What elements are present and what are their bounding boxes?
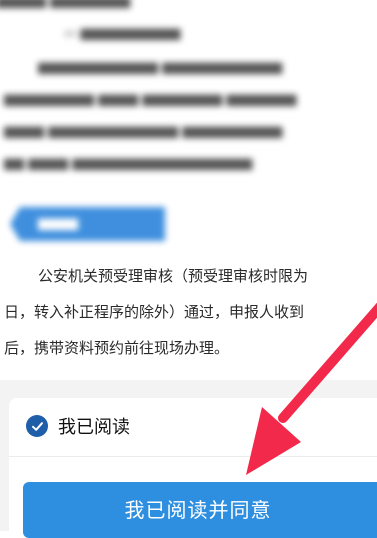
agree-button[interactable]: 我已阅读并同意 [23, 482, 377, 538]
document-content: ▆▆▆▆▆ ▆▆▆▆▆▆▆▆ ▭ ▆▆▆▆▆▆▆▆▆▆ ▆▆▆▆▆▆▆▆▆▆▆▆… [0, 0, 377, 380]
paragraph-line-3: 后，携带资料预约前往现场办理。 [4, 339, 230, 357]
blurred-section-tag: ▆▆▆▆ [10, 207, 165, 241]
paragraph-line-2: 日，转入补正程序的除外）通过，申报人收到 [4, 303, 305, 321]
divider [9, 456, 377, 457]
paragraph-line-1: 公安机关预受理审核（预受理审核时限为 [38, 267, 309, 285]
check-icon [26, 415, 48, 437]
read-checkbox[interactable]: 我已阅读 [26, 410, 130, 442]
checkbox-label: 我已阅读 [58, 417, 130, 438]
